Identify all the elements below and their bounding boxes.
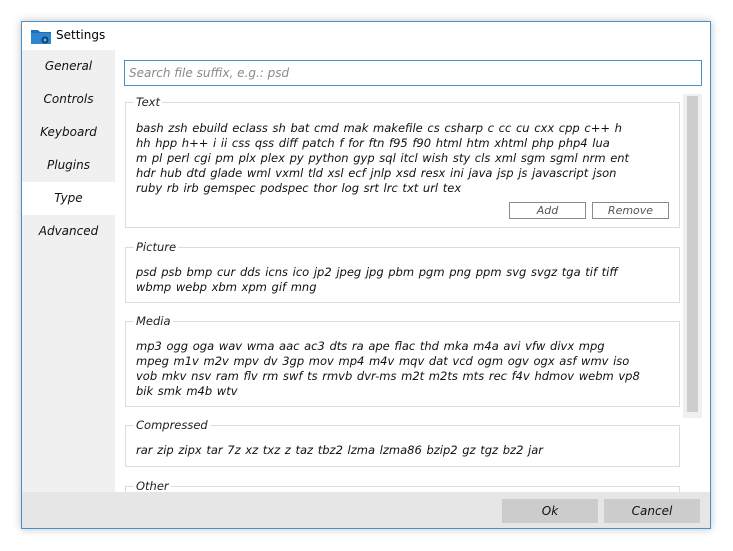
group-title-text: Text [134, 95, 162, 109]
compressed-suffix-list: rar zip zipx tar 7z xz txz z taz tbz2 lz… [136, 443, 671, 458]
title-bar: Settings [22, 22, 710, 50]
group-compressed: Compressed rar zip zipx tar 7z xz txz z … [125, 418, 680, 467]
sidebar-item-plugins[interactable]: Plugins [22, 149, 115, 182]
suffix-line: bik smk m4b wtv [136, 384, 238, 398]
group-title-compressed: Compressed [134, 418, 210, 432]
suffix-line: psd psb bmp cur dds icns ico jp2 jpeg jp… [136, 265, 618, 279]
sidebar: General Controls Keyboard Plugins Type A… [22, 50, 115, 492]
group-title-other: Other [134, 479, 171, 492]
window-title: Settings [56, 28, 106, 42]
suffix-line: mp3 ogg oga wav wma aac ac3 dts ra ape f… [136, 339, 605, 353]
remove-button[interactable]: Remove [592, 202, 669, 219]
cancel-button[interactable]: Cancel [604, 499, 700, 523]
sidebar-item-keyboard[interactable]: Keyboard [22, 116, 115, 149]
group-text: Text bash zsh ebuild eclass sh bat cmd m… [125, 95, 680, 228]
app-folder-icon [31, 30, 51, 44]
suffix-line: ruby rb irb gemspec podspec thor log srt… [136, 181, 462, 195]
suffix-line: vob mkv nsv ram flv rm swf ts rmvb dvr-m… [136, 369, 640, 383]
group-picture: Picture psd psb bmp cur dds icns ico jp2… [125, 240, 680, 303]
suffix-line: hdr hub dtd glade wml vxml tld xsl ecf j… [136, 166, 617, 180]
scrollbar-thumb[interactable] [687, 96, 698, 412]
add-button[interactable]: Add [509, 202, 586, 219]
suffix-line: rar zip zipx tar 7z xz txz z taz tbz2 lz… [136, 443, 544, 457]
media-suffix-list: mp3 ogg oga wav wma aac ac3 dts ra ape f… [136, 339, 671, 399]
search-input[interactable] [124, 60, 702, 86]
suffix-line: bash zsh ebuild eclass sh bat cmd mak ma… [136, 121, 622, 135]
sidebar-item-type[interactable]: Type [22, 182, 115, 215]
suffix-line: mpeg m1v m2v mpv dv 3gp mov mp4 m4v mqv … [136, 354, 630, 368]
group-title-media: Media [134, 314, 173, 328]
sidebar-item-advanced[interactable]: Advanced [22, 215, 115, 248]
ok-button[interactable]: Ok [502, 499, 598, 523]
settings-window: Settings General Controls Keyboard Plugi… [21, 21, 711, 529]
group-media: Media mp3 ogg oga wav wma aac ac3 dts ra… [125, 314, 680, 407]
suffix-line: wbmp webp xbm xpm gif mng [136, 280, 317, 294]
group-title-picture: Picture [134, 240, 179, 254]
picture-suffix-list: psd psb bmp cur dds icns ico jp2 jpeg jp… [136, 265, 671, 295]
suffix-line: m pl perl cgi pm plx plex py python gyp … [136, 151, 630, 165]
dialog-footer: Ok Cancel [22, 492, 710, 528]
suffix-scroll-area[interactable]: Text bash zsh ebuild eclass sh bat cmd m… [115, 94, 710, 492]
type-settings-panel: Text bash zsh ebuild eclass sh bat cmd m… [115, 50, 710, 492]
sidebar-item-controls[interactable]: Controls [22, 83, 115, 116]
sidebar-item-general[interactable]: General [22, 50, 115, 83]
text-suffix-list: bash zsh ebuild eclass sh bat cmd mak ma… [136, 121, 671, 196]
vertical-scrollbar[interactable] [683, 94, 702, 418]
suffix-line: hh hpp h++ i ii css qss diff patch f for… [136, 136, 610, 150]
